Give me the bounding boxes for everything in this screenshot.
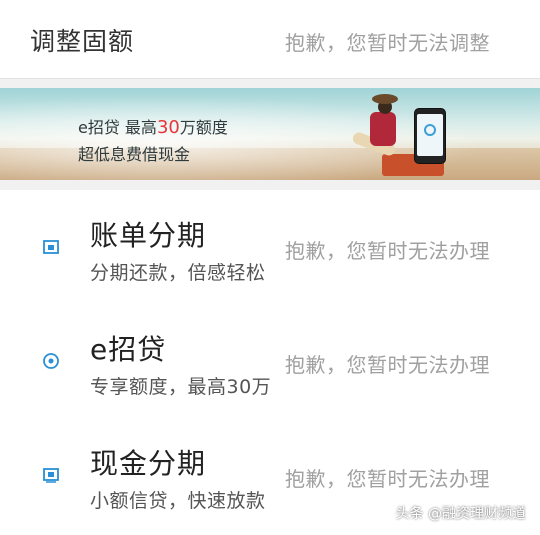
banner-headline-amount: 30: [156, 117, 180, 138]
phone-app-icon: [424, 124, 436, 136]
cash-installment-icon: [42, 466, 60, 484]
menu-item-title: 账单分期: [90, 219, 207, 252]
banner-person-illustration: [351, 94, 444, 176]
adjust-limit-status: 抱歉，您暂时无法调整: [285, 31, 490, 55]
menu-item-status: 抱歉，您暂时无法办理: [285, 353, 490, 377]
adjust-fixed-limit-row[interactable]: 调整固额 抱歉，您暂时无法调整: [0, 0, 540, 79]
menu-item-title: 现金分期: [90, 447, 207, 480]
e-loan-promo-banner[interactable]: e招贷 最高30万额度 超低息费借现金: [0, 88, 540, 180]
banner-headline: e招贷 最高30万额度: [78, 114, 228, 138]
menu-item-title: e招贷: [90, 333, 167, 366]
menu-item-status: 抱歉，您暂时无法办理: [285, 467, 490, 491]
menu-item-subtitle: 专享额度，最高30万: [90, 376, 272, 398]
adjust-fixed-limit-title: 调整固额: [30, 27, 135, 56]
menu-item-bill-installment[interactable]: 账单分期 分期还款，倍感轻松 抱歉，您暂时无法办理: [0, 190, 540, 305]
loan-circle-icon: [42, 352, 60, 370]
banner-headline-prefix: e招贷 最高: [78, 118, 157, 137]
banner-headline-suffix: 万额度: [179, 118, 228, 137]
source-watermark: 头条 @融资理财频道: [395, 506, 526, 522]
banner-subline: 超低息费借现金: [78, 145, 191, 164]
bill-installment-icon: [42, 238, 60, 256]
menu-item-e-loan[interactable]: e招贷 专享额度，最高30万 抱歉，您暂时无法办理: [0, 304, 540, 419]
menu-item-subtitle: 小额信贷，快速放款: [90, 490, 266, 512]
menu-item-status: 抱歉，您暂时无法办理: [285, 239, 490, 263]
banner-phone-illustration: [414, 108, 446, 164]
menu-item-subtitle: 分期还款，倍感轻松: [90, 262, 266, 284]
